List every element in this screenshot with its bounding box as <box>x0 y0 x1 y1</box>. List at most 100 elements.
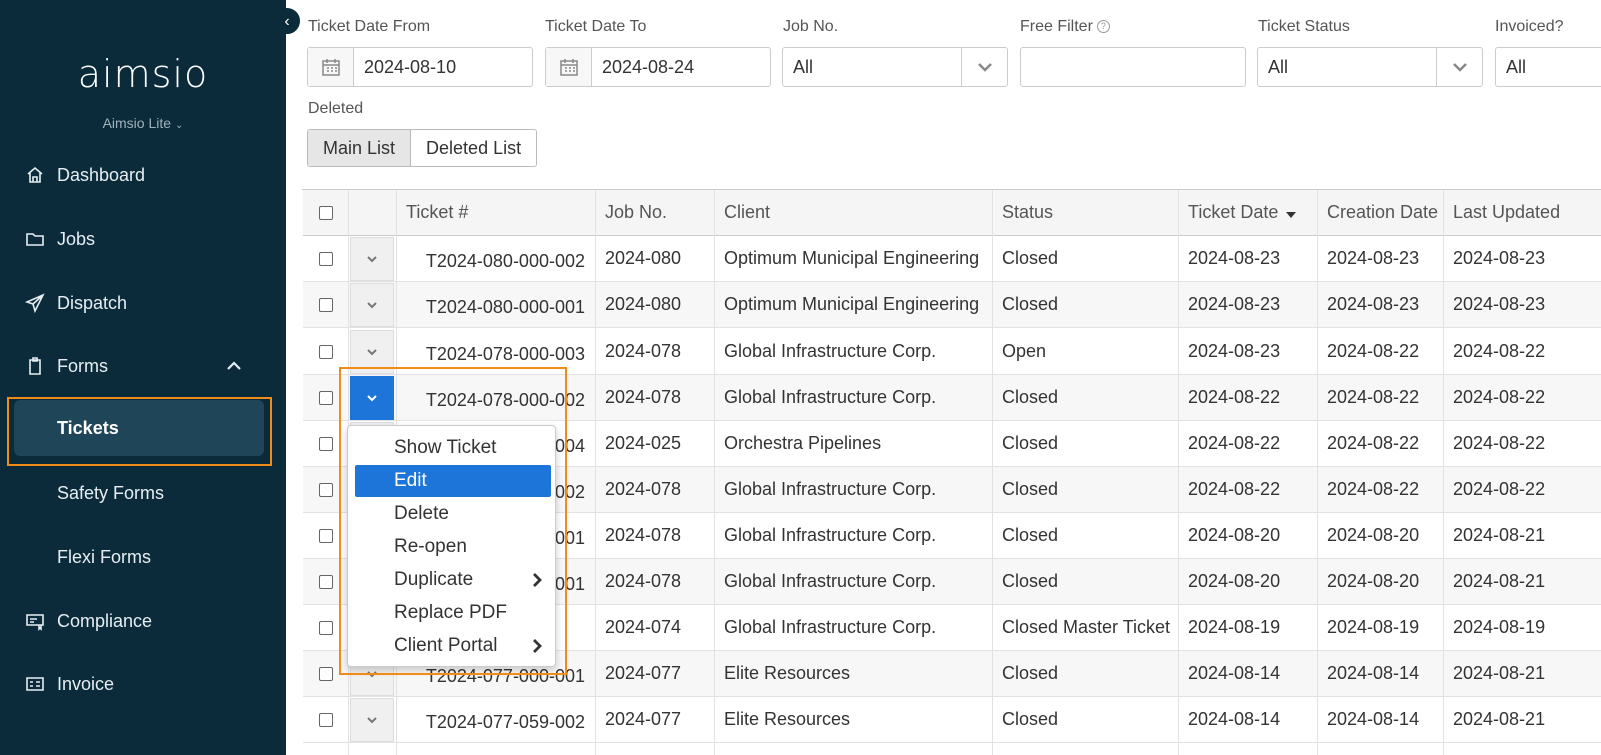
job-no-cell: 2024-078 <box>605 479 682 499</box>
nav-item-compliance[interactable]: Compliance <box>0 601 286 641</box>
client-cell: Global Infrastructure Corp. <box>724 617 937 637</box>
row-checkbox[interactable] <box>318 712 333 727</box>
row-actions-button[interactable] <box>350 697 394 742</box>
creation-date-cell: 2024-08-22 <box>1327 433 1420 453</box>
row-checkbox[interactable] <box>318 528 333 543</box>
last-updated-cell: 2024-08-21 <box>1453 571 1546 591</box>
free-filter-label: Free Filter? <box>1020 18 1110 36</box>
chevron-down-icon <box>367 670 377 677</box>
table-row[interactable]: T2024-078-000-002 2024-078 Global Infrastr… <box>303 375 1601 421</box>
row-actions-button[interactable] <box>350 236 394 281</box>
row-checkbox[interactable] <box>318 620 333 635</box>
sidebar-item-safety-forms[interactable]: Safety Forms <box>0 473 286 513</box>
table-row[interactable]: T2024-080-000-002 2024-080 Optimum Municip… <box>303 236 1601 282</box>
chevron-down-icon: ⌄ <box>175 120 184 131</box>
last-updated-cell: 2024-08-21 <box>1453 709 1546 729</box>
row-select-cell <box>303 467 348 512</box>
row-checkbox[interactable] <box>318 436 333 451</box>
column-header-ticket-date[interactable]: Ticket Date <box>1178 190 1317 235</box>
ticket-number-cell: T2024-078-000-003 <box>425 344 585 364</box>
table-row[interactable]: T2024-077-059-002 2024-077 Elite Resources… <box>303 697 1601 743</box>
column-header-client[interactable]: Client <box>714 190 992 235</box>
creation-date-cell: 2024-08-20 <box>1327 571 1420 591</box>
row-checkbox[interactable] <box>318 574 333 589</box>
nav-item-dispatch[interactable]: Dispatch <box>0 283 286 323</box>
select-all-checkbox[interactable] <box>318 205 333 220</box>
nav-item-invoice[interactable]: Invoice <box>0 664 286 704</box>
table-row[interactable]: T2024-080-000-001 2024-080 Optimum Municip… <box>303 282 1601 328</box>
row-checkbox[interactable] <box>318 344 333 359</box>
ticket-status-select[interactable]: All <box>1257 47 1483 87</box>
row-actions-button[interactable] <box>350 282 394 327</box>
nav-label: Dispatch <box>57 292 128 313</box>
main-list-button[interactable]: Main List <box>308 130 412 166</box>
column-header-job-no[interactable]: Job No. <box>595 190 714 235</box>
column-divider <box>1317 190 1318 755</box>
aimsio-logo[interactable]: aimsio <box>0 52 286 96</box>
sidebar-item-tickets[interactable]: Tickets <box>14 400 264 456</box>
job-no-select[interactable]: All <box>782 47 1008 87</box>
app-switcher[interactable]: Aimsio Lite ⌄ <box>0 115 286 131</box>
row-expand-cell <box>348 282 396 327</box>
row-checkbox[interactable] <box>318 666 333 681</box>
menu-item-duplicate[interactable]: Duplicate <box>355 564 551 596</box>
sidebar-item-flexi-forms[interactable]: Flexi Forms <box>0 537 286 577</box>
date-from-field[interactable]: 2024-08-10 <box>307 47 533 87</box>
ticket-date-cell: 2024-08-23 <box>1188 248 1281 268</box>
menu-item-delete[interactable]: Delete <box>355 498 551 530</box>
column-header-ticket[interactable]: Ticket # <box>396 190 595 235</box>
help-icon[interactable]: ? <box>1096 20 1110 33</box>
column-header-status[interactable]: Status <box>992 190 1178 235</box>
row-actions-button[interactable] <box>350 375 394 420</box>
chevron-down-icon <box>961 48 1007 86</box>
free-filter-label-text: Free Filter <box>1020 18 1093 35</box>
last-updated-cell: 2024-08-19 <box>1453 617 1546 637</box>
deleted-list-button[interactable]: Deleted List <box>411 130 537 166</box>
chevron-up-icon[interactable] <box>224 356 244 376</box>
menu-item-edit[interactable]: Edit <box>355 465 551 497</box>
menu-item-re-open[interactable]: Re-open <box>355 531 551 563</box>
job-no-cell: 2024-074 <box>605 617 682 637</box>
chevron-down-icon <box>367 255 377 262</box>
free-filter-input[interactable] <box>1020 47 1246 87</box>
last-updated-cell: 2024-08-21 <box>1453 663 1546 683</box>
nav-item-jobs[interactable]: Jobs <box>0 219 286 259</box>
ticket-date-cell: 2024-08-22 <box>1188 387 1281 407</box>
last-updated-cell: 2024-08-21 <box>1453 525 1546 545</box>
client-cell: Optimum Municipal Engineering <box>724 294 980 314</box>
row-checkbox[interactable] <box>318 482 333 497</box>
column-header-last-updated[interactable]: Last Updated <box>1443 190 1601 235</box>
collapse-sidebar-button[interactable]: ‹ <box>274 8 300 34</box>
menu-item-show-ticket[interactable]: Show Ticket <box>355 432 551 464</box>
calendar-icon[interactable] <box>546 48 592 86</box>
client-cell: Orchestra Pipelines <box>724 433 882 453</box>
chevron-right-icon <box>529 571 545 589</box>
chevron-down-icon <box>367 348 377 355</box>
nav-label: Jobs <box>57 228 96 249</box>
nav-item-forms[interactable]: Forms <box>0 346 286 386</box>
row-checkbox[interactable] <box>318 297 333 312</box>
status-cell: Open <box>1002 341 1047 361</box>
calendar-icon[interactable] <box>308 48 354 86</box>
client-cell: Optimum Municipal Engineering <box>724 248 980 268</box>
menu-item-replace-pdf[interactable]: Replace PDF <box>355 597 551 629</box>
home-icon <box>25 165 45 185</box>
last-updated-cell: 2024-08-22 <box>1453 387 1546 407</box>
creation-date-cell: 2024-08-22 <box>1327 341 1420 361</box>
date-to-field[interactable]: 2024-08-24 <box>545 47 771 87</box>
nav-item-dashboard[interactable]: Dashboard <box>0 155 286 195</box>
row-checkbox[interactable] <box>318 251 333 266</box>
row-select-cell <box>303 329 348 374</box>
row-actions-button[interactable] <box>350 329 394 374</box>
row-checkbox[interactable] <box>318 390 333 405</box>
invoiced-label: Invoiced? <box>1495 18 1564 35</box>
client-cell: Elite Resources <box>724 663 851 683</box>
menu-item-client-portal[interactable]: Client Portal <box>355 630 551 662</box>
invoiced-select[interactable]: All <box>1495 47 1601 87</box>
column-header-creation-date[interactable]: Creation Date <box>1317 190 1443 235</box>
ticket-date-cell: 2024-08-22 <box>1188 433 1281 453</box>
table-row[interactable]: T2024-078-000-003 2024-078 Global Infrastr… <box>303 329 1601 375</box>
ticket-date-cell: 2024-08-20 <box>1188 571 1281 591</box>
client-cell: Global Infrastructure Corp. <box>724 387 937 407</box>
job-no-cell: 2024-025 <box>605 433 682 453</box>
